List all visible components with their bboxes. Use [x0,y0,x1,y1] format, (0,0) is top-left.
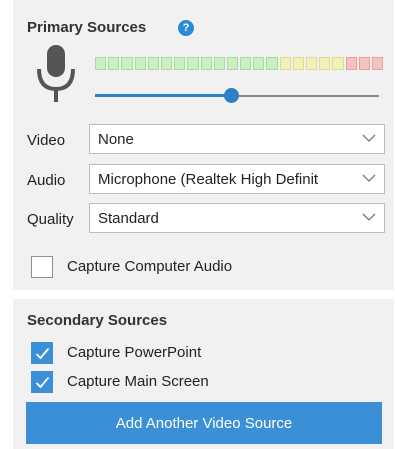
video-select-value: None [98,131,134,148]
volume-slider-fill [95,94,231,97]
microphone-icon [37,45,75,102]
meter-segment [200,57,212,70]
chevron-down-icon [362,213,376,221]
add-another-video-source-button[interactable]: Add Another Video Source [26,402,382,444]
video-select[interactable]: None [89,124,385,154]
chevron-down-icon [362,174,376,182]
primary-sources-panel: Primary Sources ? Video None Audio Micro… [13,0,394,290]
meter-segment [319,57,331,70]
quality-label: Quality [27,211,74,228]
meter-segment [160,57,173,70]
meter-segment [147,57,159,70]
meter-segment [226,57,239,70]
checkbox-box[interactable] [31,371,53,393]
meter-segment [187,57,199,70]
meter-segment [358,57,370,70]
meter-segment [213,57,225,70]
meter-segment [174,57,186,70]
checkbox-box[interactable] [31,342,53,364]
meter-segment [292,57,304,70]
quality-select[interactable]: Standard [89,203,385,233]
capture-powerpoint-checkbox[interactable]: Capture PowerPoint [31,342,371,364]
capture-computer-audio-label: Capture Computer Audio [67,258,233,275]
audio-select[interactable]: Microphone (Realtek High Definit [89,164,385,194]
capture-main-screen-label: Capture Main Screen [67,373,209,390]
quality-select-value: Standard [98,210,159,227]
help-question-icon[interactable]: ? [178,20,194,36]
secondary-sources-panel: Secondary Sources Capture PowerPoint Cap… [13,299,394,449]
chevron-down-icon [362,134,376,142]
meter-segment [108,57,120,70]
audio-select-value: Microphone (Realtek High Definit [98,171,319,188]
video-label: Video [27,132,66,149]
meter-segment [306,57,318,70]
meter-segment [371,57,384,70]
secondary-sources-title: Secondary Sources [27,312,168,329]
audio-level-meter [95,57,385,72]
checkmark-icon [35,376,50,389]
volume-slider-thumb[interactable] [224,88,239,103]
audio-label: Audio [27,172,66,189]
meter-segment [134,57,146,70]
meter-segment [253,57,265,70]
primary-sources-title: Primary Sources [27,19,147,36]
meter-segment [95,57,107,70]
meter-segment [266,57,278,70]
meter-segment [345,57,357,70]
capture-main-screen-checkbox[interactable]: Capture Main Screen [31,371,371,393]
meter-segment [279,57,291,70]
capture-computer-audio-checkbox[interactable]: Capture Computer Audio [31,256,371,278]
meter-segment [332,57,344,70]
capture-powerpoint-label: Capture PowerPoint [67,344,202,361]
meter-segment [240,57,252,70]
meter-segment [121,57,133,70]
checkbox-box[interactable] [31,256,53,278]
checkmark-icon [35,347,50,360]
